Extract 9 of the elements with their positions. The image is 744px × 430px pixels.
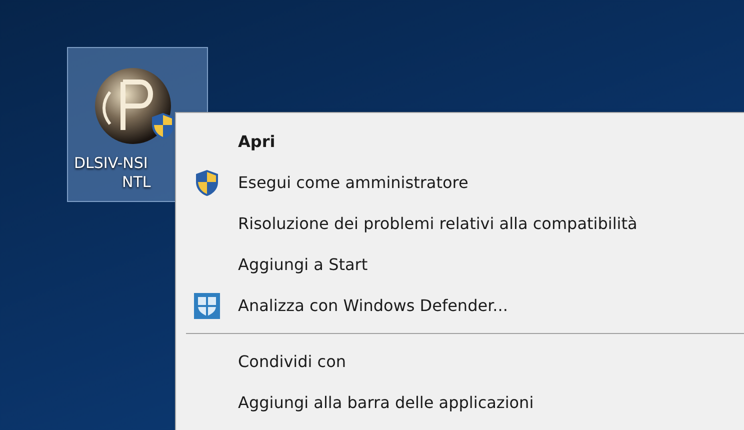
icon-label: NTL bbox=[122, 173, 151, 192]
menu-item[interactable]: Condividi con bbox=[176, 341, 744, 382]
shield-icon bbox=[194, 168, 220, 196]
defender-icon bbox=[193, 292, 221, 320]
menu-item[interactable]: Aggiungi alla barra delle applicazioni bbox=[176, 382, 744, 423]
menu-item[interactable]: Analizza con Windows Defender... bbox=[176, 285, 744, 326]
icon-label: DLSIV-NSI bbox=[74, 154, 148, 173]
menu-item[interactable]: Aggiungi a Start bbox=[176, 244, 744, 285]
menu-item[interactable]: Risoluzione dei problemi relativi alla compatibilità bbox=[176, 203, 744, 244]
